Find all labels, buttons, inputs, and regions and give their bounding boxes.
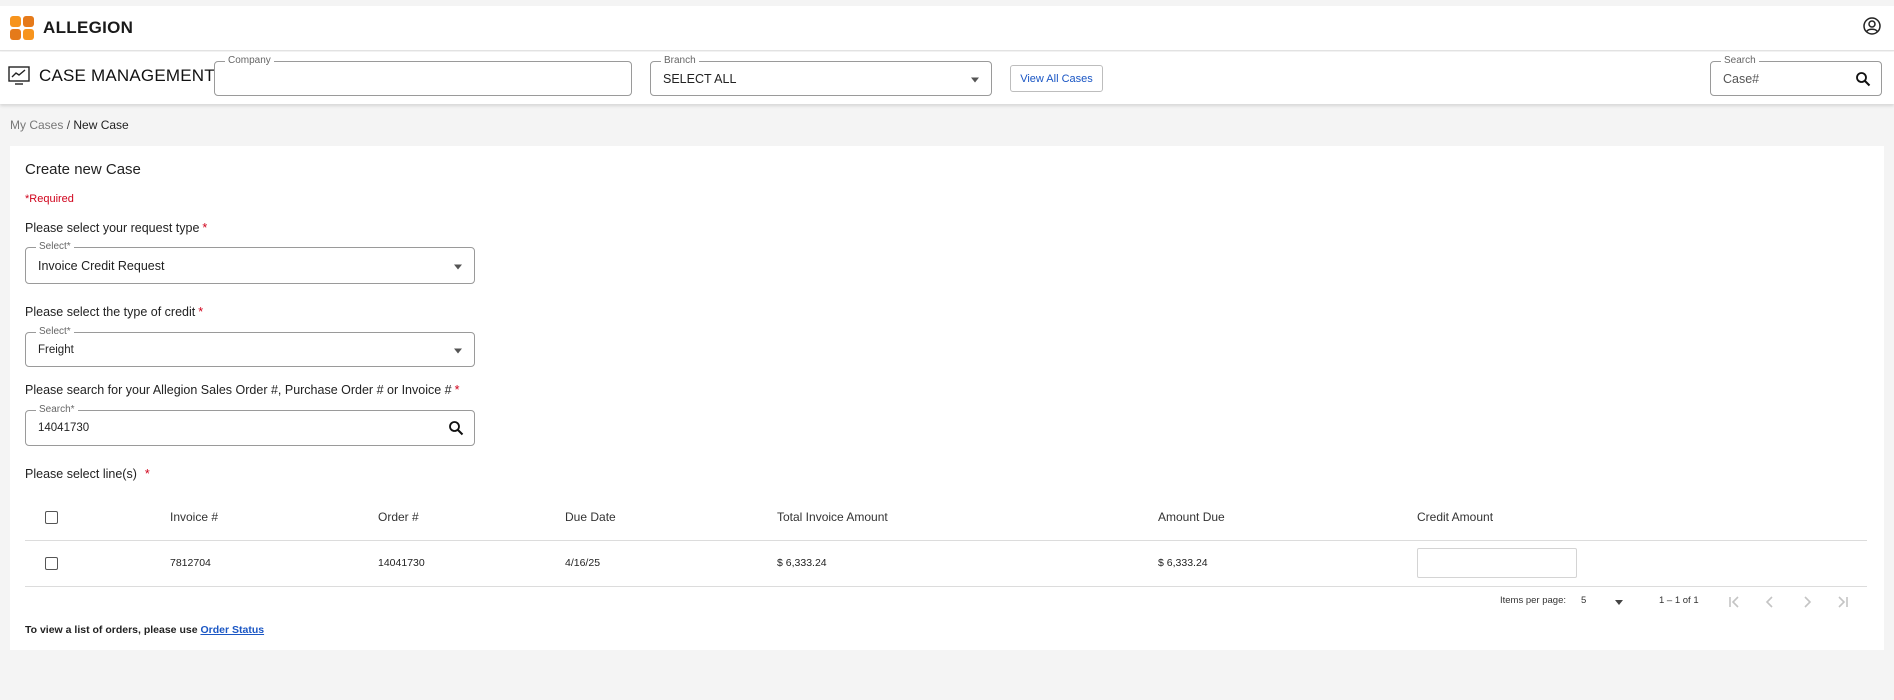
brand-name: ALLEGION bbox=[43, 18, 134, 37]
cell-amount-due: $ 6,333.24 bbox=[1158, 540, 1417, 587]
column-header-credit-amount[interactable]: Credit Amount bbox=[1417, 495, 1867, 541]
items-per-page-label: Items per page: bbox=[1500, 595, 1567, 606]
required-star: * bbox=[144, 467, 150, 481]
required-note: *Required bbox=[25, 193, 74, 205]
cell-invoice: 7812704 bbox=[170, 540, 378, 587]
required-star: * bbox=[202, 221, 208, 235]
order-search-field[interactable]: Search* 14041730 bbox=[25, 404, 475, 446]
order-search-question: Please search for your Allegion Sales Or… bbox=[25, 383, 459, 397]
search-icon[interactable] bbox=[1855, 71, 1871, 87]
order-search-field-label: Search* bbox=[36, 404, 78, 416]
column-header-total-invoice-amount[interactable]: Total Invoice Amount bbox=[777, 495, 1158, 541]
branch-select-value: SELECT ALL bbox=[663, 71, 737, 86]
request-type-question-text: Please select your request type bbox=[25, 221, 200, 235]
previous-page-icon[interactable] bbox=[1762, 594, 1778, 610]
branch-select[interactable]: Branch SELECT ALL bbox=[650, 55, 992, 96]
required-star: * bbox=[198, 305, 204, 319]
table-header-row: Invoice # Order # Due Date Total Invoice… bbox=[25, 495, 1867, 541]
view-all-cases-button[interactable]: View All Cases bbox=[1010, 65, 1103, 92]
case-management-title[interactable]: CASE MANAGEMENT bbox=[8, 66, 215, 86]
cell-order: 14041730 bbox=[378, 540, 565, 587]
first-page-icon[interactable] bbox=[1726, 594, 1742, 610]
allegion-logo[interactable]: ALLEGION bbox=[9, 15, 133, 41]
breadcrumb-current: New Case bbox=[73, 118, 129, 132]
allegion-logo-icon bbox=[10, 16, 34, 40]
search-icon[interactable] bbox=[448, 420, 464, 436]
order-search-field-value: 14041730 bbox=[38, 422, 90, 434]
select-all-cell bbox=[25, 495, 170, 541]
column-header-amount-due[interactable]: Amount Due bbox=[1158, 495, 1417, 541]
case-search-placeholder: Case# bbox=[1723, 71, 1760, 86]
order-status-note: To view a list of orders, please use Ord… bbox=[25, 624, 264, 636]
order-status-note-text: To view a list of orders, please use bbox=[25, 624, 198, 636]
credit-type-question-text: Please select the type of credit bbox=[25, 305, 196, 319]
row-checkbox[interactable] bbox=[45, 556, 58, 570]
request-type-question: Please select your request type * bbox=[25, 221, 207, 235]
items-per-page-value: 5 bbox=[1581, 595, 1587, 606]
page-title: Create new Case bbox=[25, 161, 141, 178]
app-title: CASE MANAGEMENT bbox=[39, 66, 215, 85]
account-circle-icon[interactable] bbox=[1862, 16, 1882, 36]
top-bar: ALLEGION bbox=[0, 6, 1894, 51]
order-search-question-text: Please search for your Allegion Sales Or… bbox=[25, 383, 452, 397]
request-type-select-value: Invoice Credit Request bbox=[38, 258, 165, 273]
last-page-icon[interactable] bbox=[1835, 594, 1851, 610]
company-field[interactable]: Company bbox=[214, 55, 632, 96]
required-star: * bbox=[454, 383, 460, 397]
cell-due-date: 4/16/25 bbox=[565, 540, 777, 587]
case-search-field[interactable]: Search Case# bbox=[1710, 55, 1882, 96]
column-header-invoice[interactable]: Invoice # bbox=[170, 495, 378, 541]
request-type-select[interactable]: Select* Invoice Credit Request bbox=[25, 241, 475, 284]
page-range: 1 – 1 of 1 bbox=[1659, 595, 1699, 606]
lines-question: Please select line(s) * bbox=[25, 467, 150, 481]
lines-table: Invoice # Order # Due Date Total Invoice… bbox=[25, 495, 1867, 587]
request-type-select-label: Select* bbox=[36, 241, 74, 253]
branch-select-label: Branch bbox=[661, 55, 699, 67]
cell-credit-amount bbox=[1417, 540, 1867, 587]
select-all-checkbox[interactable] bbox=[45, 511, 58, 525]
lines-question-text: Please select line(s) bbox=[25, 467, 137, 481]
credit-type-question: Please select the type of credit * bbox=[25, 305, 203, 319]
chevron-down-icon bbox=[454, 348, 462, 353]
chevron-down-icon bbox=[971, 77, 979, 82]
case-search-label: Search bbox=[1721, 55, 1759, 67]
column-header-order[interactable]: Order # bbox=[378, 495, 565, 541]
chevron-down-icon bbox=[454, 264, 462, 269]
breadcrumb-my-cases[interactable]: My Cases bbox=[10, 118, 63, 132]
next-page-icon[interactable] bbox=[1799, 594, 1815, 610]
row-select-cell bbox=[25, 540, 170, 587]
credit-type-select-label: Select* bbox=[36, 326, 74, 338]
items-per-page-select[interactable]: 5 bbox=[1581, 595, 1623, 606]
cell-total-invoice-amount: $ 6,333.24 bbox=[777, 540, 1158, 587]
breadcrumb-separator: / bbox=[66, 118, 71, 132]
credit-type-select[interactable]: Select* Freight bbox=[25, 326, 475, 367]
order-status-link[interactable]: Order Status bbox=[200, 624, 264, 636]
credit-type-select-value: Freight bbox=[38, 343, 74, 356]
monitor-chart-icon bbox=[8, 66, 30, 85]
company-field-label: Company bbox=[225, 55, 274, 67]
column-header-due-date[interactable]: Due Date bbox=[565, 495, 777, 541]
credit-amount-input[interactable] bbox=[1417, 548, 1577, 578]
table-row: 7812704 14041730 4/16/25 $ 6,333.24 $ 6,… bbox=[25, 540, 1867, 587]
chevron-down-icon bbox=[1615, 600, 1623, 605]
breadcrumb: My Cases / New Case bbox=[10, 118, 129, 132]
